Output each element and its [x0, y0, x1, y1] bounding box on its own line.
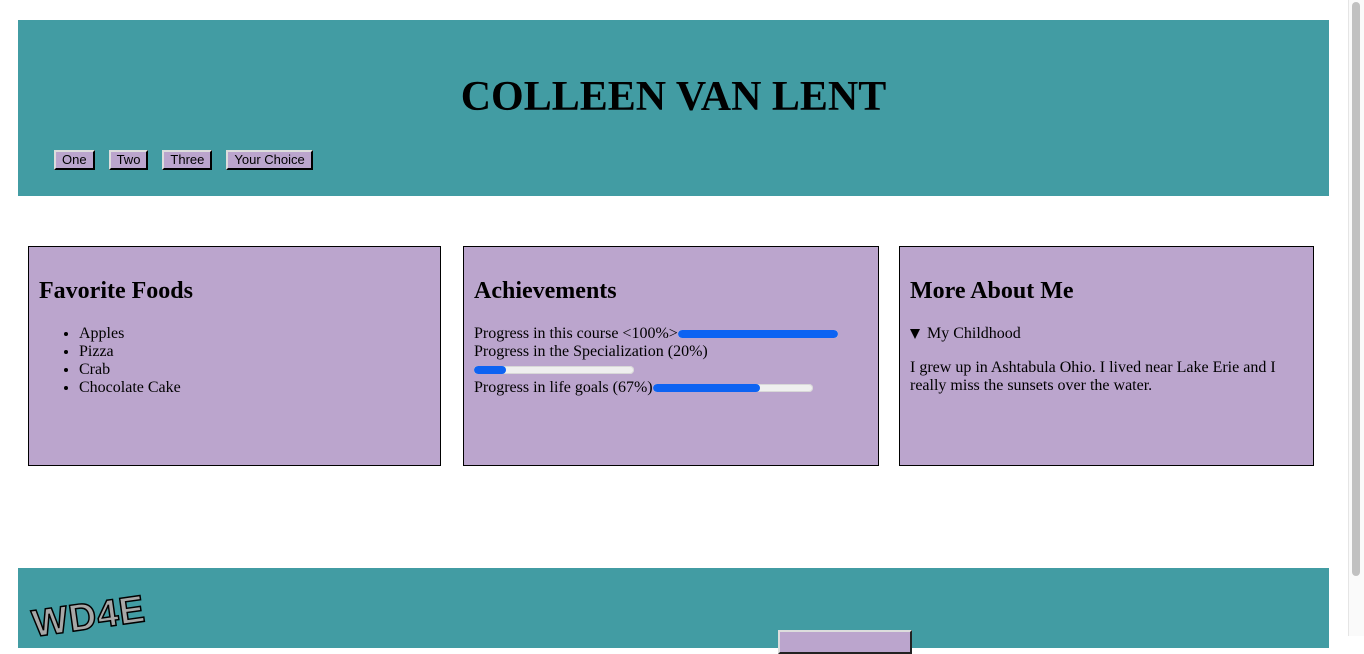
- nav-button-your-choice[interactable]: Your Choice: [226, 150, 313, 170]
- wd4e-logo: WD4E: [29, 588, 149, 647]
- list-item: Chocolate Cake: [79, 379, 430, 397]
- progress-fill: [677, 330, 838, 339]
- site-header: COLLEEN VAN LENT One Two Three Your Choi…: [18, 20, 1329, 196]
- life-goals-progress-bar: [652, 384, 813, 393]
- vertical-scrollbar[interactable]: [1348, 0, 1364, 636]
- page: COLLEEN VAN LENT One Two Three Your Choi…: [18, 20, 1329, 466]
- list-item: Pizza: [79, 343, 430, 361]
- favorite-foods-list: Apples Pizza Crab Chocolate Cake: [39, 325, 430, 397]
- progress-row: Progress in life goals (67%): [474, 379, 868, 397]
- nav-button-one[interactable]: One: [54, 150, 95, 170]
- childhood-details-toggle[interactable]: My Childhood: [910, 325, 1303, 343]
- favorite-foods-card: Favorite Foods Apples Pizza Crab Chocola…: [28, 246, 441, 466]
- more-about-me-card: More About Me My Childhood I grew up in …: [899, 246, 1314, 466]
- specialization-progress-bar: [474, 366, 634, 375]
- nav-bar: One Two Three Your Choice: [54, 150, 313, 170]
- progress-row: Progress in this course <100%>: [474, 325, 868, 343]
- progress-label: Progress in the Specialization (20%): [474, 343, 708, 360]
- progress-fill: [652, 384, 760, 393]
- progress-label: Progress in life goals (67%): [474, 379, 653, 396]
- course-progress-bar: [677, 330, 838, 339]
- progress-row: Progress in the Specialization (20%): [474, 343, 868, 379]
- page-title: COLLEEN VAN LENT: [460, 74, 887, 120]
- more-about-me-heading: More About Me: [910, 278, 1074, 304]
- triangle-down-icon: [910, 329, 920, 339]
- footer-button[interactable]: [778, 630, 912, 654]
- progress-label: Progress in this course <100%>: [474, 325, 678, 342]
- site-footer: WD4E: [18, 568, 1329, 654]
- progress-fill: [474, 366, 506, 375]
- scrollbar-thumb[interactable]: [1352, 2, 1360, 576]
- nav-button-three[interactable]: Three: [162, 150, 213, 170]
- nav-button-two[interactable]: Two: [108, 150, 149, 170]
- achievements-card: Achievements Progress in this course <10…: [463, 246, 879, 466]
- favorite-foods-heading: Favorite Foods: [39, 278, 193, 304]
- childhood-details-text: I grew up in Ashtabula Ohio. I lived nea…: [910, 359, 1276, 394]
- achievements-list: Progress in this course <100%> Progress …: [474, 325, 868, 397]
- achievements-heading: Achievements: [474, 278, 617, 304]
- list-item: Crab: [79, 361, 430, 379]
- details-summary-label: My Childhood: [927, 325, 1021, 342]
- list-item: Apples: [79, 325, 430, 343]
